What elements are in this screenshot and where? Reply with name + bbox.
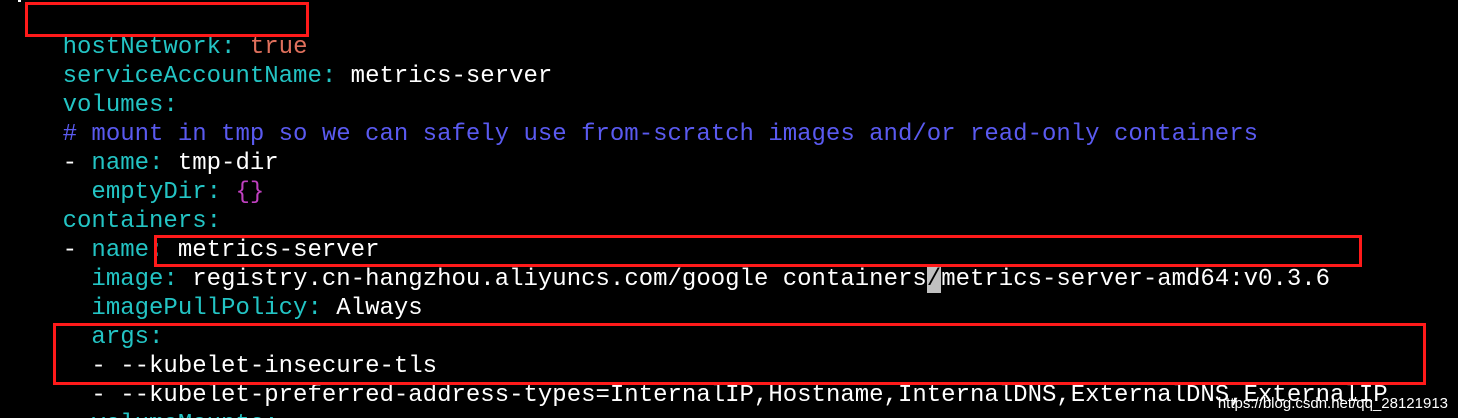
yaml-arg: - --kubelet-preferred-address-types=Inte… (91, 382, 1388, 409)
scroll-artifact (18, 0, 21, 2)
yaml-colon: : (321, 63, 351, 90)
yaml-line-volumes[interactable]: volumes: (5, 62, 178, 119)
yaml-line-comment[interactable]: # mount in tmp so we can safely use from… (5, 91, 1258, 148)
yaml-line-container-name[interactable]: - name: metrics-server (5, 207, 380, 264)
yaml-key: volumeMounts (91, 411, 264, 418)
yaml-line-serviceaccountname[interactable]: serviceAccountName: metrics-server (5, 33, 553, 90)
yaml-value: metrics-server (350, 63, 553, 90)
yaml-colon: : (307, 295, 337, 322)
highlight-box-hostnetwork (25, 2, 309, 37)
yaml-line-volumemounts[interactable]: volumeMounts: (5, 381, 278, 418)
highlight-box-args (53, 323, 1426, 385)
yaml-value-after-cursor: metrics-server-amd64:v0.3.6 (941, 266, 1331, 293)
yaml-line-args[interactable]: args: (5, 294, 163, 351)
yaml-line-imagepullpolicy[interactable]: imagePullPolicy: Always (5, 265, 422, 322)
yaml-line-volume-name[interactable]: - name: tmp-dir (5, 120, 279, 177)
yaml-line-containers[interactable]: containers: (5, 178, 221, 235)
yaml-value: {} (235, 179, 265, 206)
yaml-value: Always (336, 295, 423, 322)
yaml-colon: : (264, 411, 278, 418)
terminal-editor[interactable]: hostNetwork: true serviceAccountName: me… (0, 0, 1458, 418)
yaml-indent (63, 411, 92, 418)
highlight-box-image (154, 235, 1362, 267)
yaml-line-emptydir[interactable]: emptyDir: {} (5, 149, 264, 206)
text-cursor[interactable]: / (926, 266, 942, 293)
watermark: https://blog.csdn.net/qq_28121913 (1217, 395, 1448, 412)
